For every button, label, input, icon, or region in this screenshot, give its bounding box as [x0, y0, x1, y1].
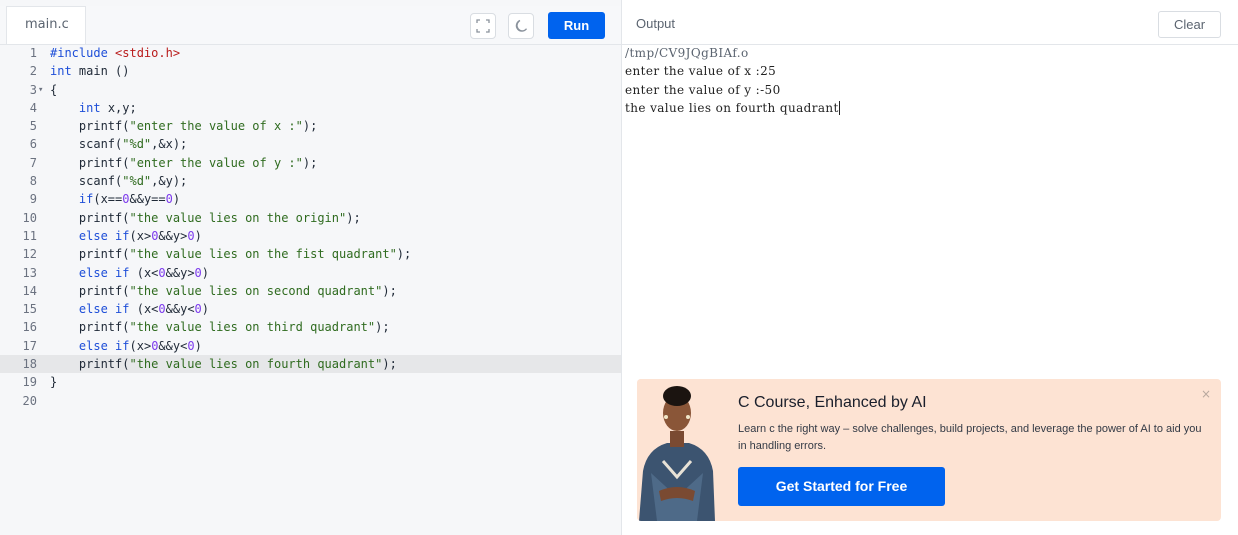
code-line[interactable]: 3 ▾ {	[0, 81, 621, 99]
line-number: 11	[22, 228, 37, 243]
line-number: 14	[22, 283, 37, 298]
code-text: scanf("%d",&y);	[50, 174, 188, 189]
code-text: else if(x>0&&y<0)	[78, 338, 202, 353]
file-tab-main-c[interactable]: main.c	[6, 6, 86, 44]
code-line[interactable]: 6 scanf("%d",&x);	[0, 135, 621, 153]
code-line[interactable]: 20	[0, 392, 621, 410]
line-number: 13	[22, 265, 37, 280]
line-number: 8	[29, 174, 37, 189]
get-started-button[interactable]: Get Started for Free	[738, 467, 945, 506]
code-line[interactable]: 18 printf("the value lies on fourth quad…	[0, 355, 621, 374]
line-number: 18	[22, 357, 37, 372]
run-button[interactable]: Run	[548, 12, 605, 39]
theme-toggle-button[interactable]	[508, 13, 534, 39]
output-header: Output Clear	[622, 6, 1238, 45]
code-line[interactable]: 9 if(x==0&&y==0)	[0, 190, 621, 208]
output-line: enter the value of y :-50	[625, 82, 781, 97]
text-cursor	[838, 101, 840, 116]
moon-icon	[515, 19, 528, 32]
code-line[interactable]: 4 int x,y;	[0, 99, 621, 117]
editor-header: main.c Run	[0, 6, 621, 45]
close-icon[interactable]: ×	[1201, 387, 1211, 401]
line-number: 5	[29, 119, 37, 134]
code-text: scanf("%d",&x);	[50, 137, 188, 152]
code-line[interactable]: 17 else if(x>0&&y<0)	[0, 337, 621, 355]
code-editor[interactable]: 1 #include <stdio.h> 2 int main () 3 ▾ {4 int …	[0, 44, 621, 410]
promo-title: C Course, Enhanced by AI	[738, 394, 927, 411]
code-text: else if(x>0&&y>0)	[78, 228, 202, 243]
output-title: Output	[636, 16, 676, 31]
output-line: the value lies on fourth quadrant	[625, 100, 840, 116]
code-text: int main ()	[50, 64, 130, 79]
line-number: 19	[22, 375, 37, 390]
code-text: int x,y;	[78, 100, 137, 115]
line-number: 15	[22, 302, 37, 317]
line-number: 6	[29, 137, 37, 152]
code-text: printf("the value lies on the origin");	[50, 210, 361, 225]
line-number: 3	[29, 82, 37, 97]
line-number: 1	[29, 46, 37, 60]
code-text: printf("the value lies on fourth quadran…	[50, 357, 397, 372]
instructor-photo	[637, 379, 717, 521]
code-line[interactable]: 16 printf("the value lies on third quadr…	[0, 318, 621, 336]
promo-description: Learn c the right way – solve challenges…	[738, 423, 1202, 452]
output-console[interactable]: /tmp/CV9JQgBIAf.o enter the value of x :2…	[625, 44, 840, 117]
output-path-line: /tmp/CV9JQgBIAf.o	[625, 46, 749, 60]
output-pane: Output Clear /tmp/CV9JQgBIAf.o enter the …	[622, 0, 1238, 535]
output-line: enter the value of x :25	[625, 64, 777, 79]
code-line[interactable]: 10 printf("the value lies on the origin"…	[0, 209, 621, 227]
code-line[interactable]: 1 #include <stdio.h>	[0, 44, 621, 62]
line-number: 9	[29, 192, 37, 207]
fold-toggle-icon[interactable]: ▾	[38, 81, 43, 99]
code-line[interactable]: 14 printf("the value lies on second quad…	[0, 282, 621, 300]
clear-button[interactable]: Clear	[1158, 11, 1221, 38]
code-line[interactable]: 11 else if(x>0&&y>0)	[0, 227, 621, 245]
line-number: 2	[29, 64, 37, 79]
code-text: printf("enter the value of x :");	[50, 119, 318, 134]
code-text: printf("enter the value of y :");	[50, 155, 318, 170]
promo-banner: C Course, Enhanced by AI Learn c the rig…	[637, 379, 1221, 521]
code-text: }	[50, 375, 58, 390]
code-line[interactable]: 5 printf("enter the value of x :");	[0, 117, 621, 135]
code-text: if(x==0&&y==0)	[78, 192, 181, 207]
code-line[interactable]: 13 else if (x<0&&y>0)	[0, 264, 621, 282]
code-line[interactable]: 12 printf("the value lies on the fist qu…	[0, 245, 621, 263]
code-line[interactable]: 7 printf("enter the value of y :");	[0, 154, 621, 172]
code-text: printf("the value lies on the fist quadr…	[50, 247, 412, 262]
code-line[interactable]: 8 scanf("%d",&y);	[0, 172, 621, 190]
code-line[interactable]: 19}	[0, 373, 621, 391]
code-line[interactable]: 2 int main ()	[0, 62, 621, 80]
fullscreen-icon	[476, 19, 490, 33]
line-number: 16	[22, 320, 37, 335]
code-text: {	[50, 82, 58, 97]
line-number: 17	[22, 338, 37, 353]
fullscreen-button[interactable]	[470, 13, 496, 39]
line-number: 7	[29, 155, 37, 170]
code-text: printf("the value lies on second quadran…	[50, 283, 397, 298]
line-number: 10	[22, 210, 37, 225]
code-line[interactable]: 15 else if (x<0&&y<0)	[0, 300, 621, 318]
line-number: 12	[22, 247, 37, 262]
code-text: else if (x<0&&y>0)	[78, 265, 210, 280]
code-text: printf("the value lies on third quadrant…	[50, 320, 390, 335]
code-text: else if (x<0&&y<0)	[78, 302, 210, 317]
editor-pane: main.c Run 1 #include <stdio.h> 2 int main …	[0, 0, 621, 535]
code-text: #include <stdio.h>	[50, 46, 181, 60]
line-number: 20	[22, 393, 37, 408]
line-number: 4	[29, 100, 37, 115]
